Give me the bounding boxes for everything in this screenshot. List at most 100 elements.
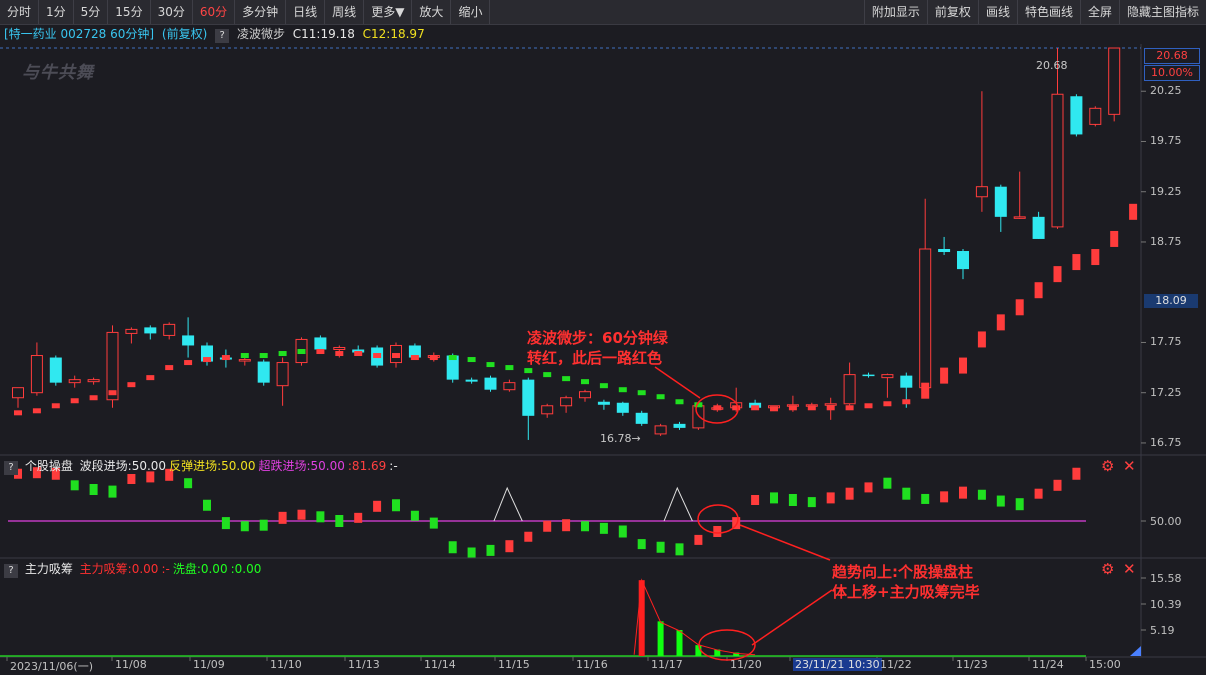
operating-bar <box>467 547 476 558</box>
candle <box>1089 106 1102 127</box>
candle-body-down <box>957 251 969 270</box>
lbwb-mark <box>788 405 797 411</box>
operating-bar <box>883 477 892 489</box>
panel-operating-gear-icon[interactable]: ⚙ <box>1101 457 1114 475</box>
candle-body-down <box>144 327 157 334</box>
candle-body-down <box>465 379 478 382</box>
lbwb-mark <box>959 357 967 374</box>
candle <box>1108 47 1121 122</box>
lbwb-mark <box>203 357 211 363</box>
lbwb-mark <box>335 351 344 357</box>
price-label-0: 20.25 <box>1150 84 1182 98</box>
price-label-4: 17.75 <box>1150 335 1182 349</box>
candle-body-up <box>68 379 81 384</box>
lbwb-mark <box>1034 282 1043 299</box>
lbwb-mark <box>1091 249 1100 266</box>
candle <box>919 198 932 390</box>
operating-bar <box>637 539 646 550</box>
operating-bar <box>675 543 684 556</box>
lbwb-mark <box>751 405 760 411</box>
candle-body-up <box>881 374 894 379</box>
candle <box>957 249 969 280</box>
candle <box>12 387 24 408</box>
panel-operating-value-3: :81.69 <box>347 459 387 473</box>
time-label-9: 11/20 <box>730 658 762 671</box>
rebound-triangle <box>493 486 523 522</box>
lbwb-mark <box>429 355 438 361</box>
panel-accumulate-close-icon[interactable]: ✕ <box>1123 560 1136 578</box>
lbwb-mark <box>864 403 873 409</box>
operating-bar <box>751 495 760 505</box>
operating-bar <box>940 491 949 503</box>
candle <box>673 421 686 430</box>
annotation-trend-line2: 体上移+主力吸筹完毕 <box>832 583 980 601</box>
candle-body-up <box>579 391 591 399</box>
operating-bar <box>1015 498 1024 511</box>
operating-bar <box>788 494 797 506</box>
candle <box>125 327 138 344</box>
candle <box>560 395 573 413</box>
candle-body-down <box>994 186 1007 217</box>
candle-body-down <box>182 335 195 346</box>
lbwb-mark <box>1110 230 1119 247</box>
lbwb-mark <box>278 351 287 357</box>
candle <box>654 423 667 436</box>
candle <box>182 317 195 358</box>
candle <box>579 389 591 402</box>
operating-bar <box>184 478 193 489</box>
candle-body-down <box>616 402 629 413</box>
annotation-lbwb-line2: 转红，此后一路红色 <box>527 349 663 367</box>
operating-bar <box>448 541 457 554</box>
time-label-5: 11/14 <box>424 658 456 671</box>
time-label-3: 11/10 <box>270 658 302 671</box>
operating-bar <box>127 474 136 484</box>
candle <box>257 359 270 386</box>
candle <box>201 342 213 366</box>
time-label-10: 23/11/21 10:30 <box>793 658 882 671</box>
candle-body-up <box>12 387 24 399</box>
panel-accumulate-gear-icon[interactable]: ⚙ <box>1101 560 1114 578</box>
candle-body-up <box>1013 216 1026 219</box>
operating-bar <box>581 521 589 532</box>
operating-bar <box>1072 467 1081 480</box>
price-label-5: 17.25 <box>1150 385 1182 399</box>
panel-accumulate-name: 主力吸筹 <box>24 562 73 576</box>
lbwb-mark <box>637 390 646 396</box>
candle-body-down <box>862 374 875 377</box>
candle-body-down <box>635 412 648 424</box>
operating-bar <box>864 482 873 493</box>
panel-operating-value-0: 波段进场:50.00 <box>79 459 167 473</box>
operating-bar <box>921 493 930 504</box>
panel-operating-value-4: :- <box>389 459 398 473</box>
operating-bar <box>297 509 306 520</box>
candle-body-down <box>314 337 327 350</box>
panel-accumulate-help-button[interactable]: ? <box>4 564 18 578</box>
operating-bar <box>108 485 117 498</box>
annotation-lbwb-line1: 凌波微步：60分钟绿 <box>527 329 668 347</box>
panel-operating-help-button[interactable]: ? <box>4 461 18 475</box>
candle <box>938 236 951 256</box>
candle-body-down <box>900 375 913 388</box>
candle-body-up <box>1051 93 1064 228</box>
candle <box>843 362 856 408</box>
price-label-6: 16.75 <box>1150 435 1182 449</box>
operating-bar <box>845 487 854 500</box>
candle <box>1051 48 1064 229</box>
operating-bar <box>354 512 363 523</box>
scroll-corner-icon <box>1130 646 1141 656</box>
candle-body-up <box>654 425 667 435</box>
lbwb-mark <box>410 355 419 361</box>
candle <box>541 403 554 418</box>
candle <box>1013 171 1026 219</box>
panel-operating-close-icon[interactable]: ✕ <box>1123 457 1136 475</box>
candle <box>881 373 894 398</box>
operating-bar <box>335 515 344 527</box>
operating-bar <box>807 497 816 508</box>
panel-operating-header: ? 个股操盘 波段进场:50.00 反弹进场:50.00 超跌进场:50.00:81… <box>4 458 404 475</box>
pointer-line-lbwb <box>654 366 701 399</box>
candle <box>597 399 610 410</box>
operating-bar <box>429 517 438 529</box>
top-price-tag: 20.68 <box>1144 48 1200 64</box>
operating-bar <box>278 511 287 524</box>
price-label-3: 18.75 <box>1150 234 1182 248</box>
